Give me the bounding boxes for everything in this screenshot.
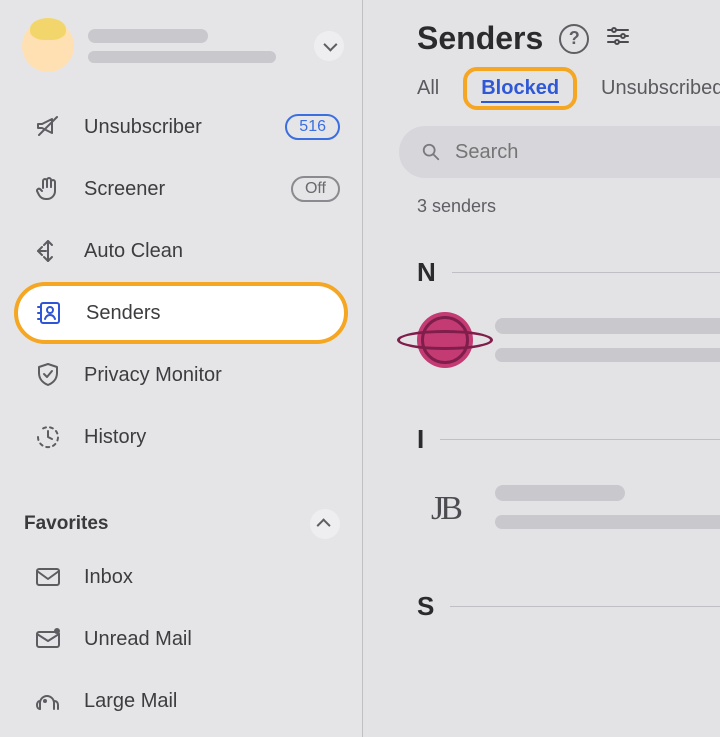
divider [450, 606, 720, 607]
sidebar-item-label: Unsubscriber [84, 116, 202, 139]
contact-card-icon [36, 299, 64, 327]
sidebar-item-label: Unread Mail [84, 628, 192, 651]
avatar-initials: JB [431, 490, 459, 528]
sidebar-item-label: Privacy Monitor [84, 364, 222, 387]
divider [452, 272, 720, 273]
sidebar-item-history[interactable]: History [0, 406, 362, 468]
collapse-favorites[interactable] [310, 509, 340, 539]
hand-icon [34, 175, 62, 203]
main-header: Senders ? [363, 20, 720, 57]
favorites-header[interactable]: Favorites [0, 502, 362, 546]
sidebar-item-inbox[interactable]: Inbox [0, 546, 362, 608]
search-icon [421, 141, 441, 163]
page-title: Senders [417, 20, 543, 57]
sidebar-item-label: Auto Clean [84, 240, 183, 263]
chevron-down-icon [323, 38, 337, 52]
tab-all[interactable]: All [417, 73, 439, 104]
sender-count: 3 senders [363, 178, 720, 217]
section-label: Favorites [24, 513, 108, 535]
group-header-s: S [363, 535, 720, 622]
chevron-up-icon [317, 518, 331, 532]
sliders-icon [605, 23, 631, 49]
elephant-icon [34, 687, 62, 715]
sidebar-item-unsubscriber[interactable]: Unsubscriber 516 [0, 96, 362, 158]
group-header-i: I [363, 368, 720, 455]
main-panel: Senders ? All Blocked Unsubscribed Pa 3 … [363, 0, 720, 737]
sender-avatar: JB [417, 479, 473, 535]
sidebar-item-screener[interactable]: Screener Off [0, 158, 362, 220]
inbox-icon [34, 563, 62, 591]
nav-list: Unsubscriber 516 Screener Off Auto Clean [0, 96, 362, 732]
sidebar-item-unread[interactable]: Unread Mail [0, 608, 362, 670]
filter-settings-button[interactable] [605, 23, 631, 54]
status-pill: Off [291, 176, 340, 202]
sidebar-item-privacy[interactable]: Privacy Monitor [0, 344, 362, 406]
tab-unsubscribed[interactable]: Unsubscribed [601, 73, 720, 104]
shield-check-icon [34, 361, 62, 389]
history-icon [34, 423, 62, 451]
megaphone-off-icon [34, 113, 62, 141]
sidebar-item-senders[interactable]: Senders [14, 282, 348, 344]
tab-blocked[interactable]: Blocked [463, 67, 577, 110]
sidebar-item-label: History [84, 426, 146, 449]
sidebar-item-label: Large Mail [84, 690, 177, 713]
sender-row[interactable] [363, 288, 720, 368]
sidebar-item-autoclean[interactable]: Auto Clean [0, 220, 362, 282]
sidebar: Unsubscriber 516 Screener Off Auto Clean [0, 0, 363, 737]
account-chevron[interactable] [314, 31, 344, 61]
unread-mail-icon [34, 625, 62, 653]
count-badge: 516 [285, 114, 340, 140]
help-button[interactable]: ? [559, 24, 589, 54]
sender-avatar [417, 312, 473, 368]
account-switcher[interactable] [0, 14, 362, 78]
sender-text [495, 485, 720, 529]
sender-text [495, 318, 720, 362]
sidebar-item-large[interactable]: Large Mail [0, 670, 362, 732]
sidebar-item-label: Inbox [84, 566, 133, 589]
group-header-n: N [363, 217, 720, 288]
tabs: All Blocked Unsubscribed Pa [363, 67, 720, 110]
arrows-split-icon [34, 237, 62, 265]
divider [440, 439, 720, 440]
account-label [88, 29, 300, 63]
search-bar[interactable] [399, 126, 720, 178]
search-input[interactable] [455, 141, 720, 164]
sidebar-item-label: Senders [86, 302, 161, 325]
sender-row[interactable]: JB [363, 455, 720, 535]
avatar [22, 20, 74, 72]
sidebar-item-label: Screener [84, 178, 165, 201]
